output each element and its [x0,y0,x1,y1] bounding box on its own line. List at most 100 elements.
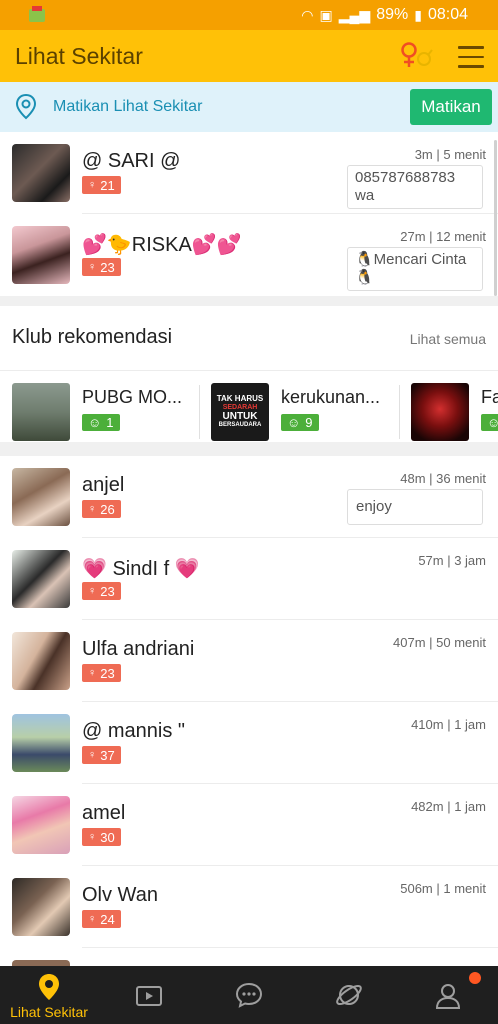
status-bubble: enjoy [347,489,483,525]
female-icon: ♀ [88,749,97,761]
distance-time: 27m | 12 menit [400,229,486,244]
nav-profile[interactable] [423,966,473,1024]
club-name: PUBG MO... [82,387,183,407]
avatar [12,632,70,690]
age-badge: ♀ 37 [82,746,121,764]
nav-discover[interactable] [324,966,374,1024]
user-name: Olv Wan [82,884,158,906]
see-all-link[interactable]: Lihat semua [410,331,486,347]
distance-time: 3m | 5 menit [414,147,486,162]
clock: 08:04 [427,6,468,23]
distance-time: 407m | 50 menit [393,635,486,650]
distance-time: 57m | 3 jam [418,553,486,568]
member-count-badge: ☺ 1 [82,414,120,431]
female-icon: ♀ [88,831,97,843]
user-row[interactable]: @ mannis " ♀ 37 410m | 1 jam [0,702,498,784]
avatar [12,714,70,772]
club-name: Fa [481,387,498,407]
user-row[interactable]: 💗 SindI f 💗 ♀ 23 57m | 3 jam [0,538,498,620]
status-bubble: 🐧Mencari Cinta 🐧 [347,247,483,291]
avatar [12,796,70,854]
nav-video[interactable] [124,966,174,1024]
member-count-badge: ☺ [481,414,498,431]
avatar [12,550,70,608]
club-image: TAK HARUS SEDARAH UNTUK BERSAUDARA [211,383,269,441]
user-row[interactable]: 💕🐤RISKA💕💕 ♀ 23 27m | 12 menit 🐧Mencari Ci… [0,214,498,296]
user-name: 💕🐤RISKA💕💕 [82,234,242,256]
distance-time: 48m | 36 menit [400,471,486,486]
distance-time: 410m | 1 jam [411,717,486,732]
group-icon: ☺ [487,415,498,430]
app-notification-icon [29,6,45,22]
avatar [12,144,70,202]
age-badge: ♀ 23 [82,664,121,682]
wifi-icon: ◠ [301,6,314,23]
user-name: 💗 SindI f 💗 [82,558,200,580]
distance-time: 506m | 1 menit [400,881,486,896]
member-count-badge: ☺ 9 [281,414,319,431]
nav-nearby[interactable]: Lihat Sekitar [0,966,98,1024]
signal-icon: ▂▄▆ [338,6,371,23]
nearby-list: anjel ♀ 26 48m | 36 menit enjoy 💗 SindI f… [0,456,498,966]
gender-filter-icon[interactable] [398,40,434,72]
club-name: kerukunan... [281,387,381,407]
user-row[interactable]: @ SARI @ ♀ 21 3m | 5 menit 085787688783 w… [0,132,498,214]
user-row[interactable]: Olv Wan ♀ 24 506m | 1 menit [0,866,498,948]
user-name: @ SARI @ [82,150,181,172]
age-badge: ♀ 24 [82,910,121,928]
distance-time: 482m | 1 jam [411,799,486,814]
club-card[interactable]: TAK HARUS SEDARAH UNTUK BERSAUDARA keruk… [211,383,391,441]
nav-label: Lihat Sekitar [10,1004,88,1020]
club-image [411,383,469,441]
club-image [12,383,70,441]
female-icon: ♀ [88,667,97,679]
female-icon: ♀ [88,913,97,925]
avatar [12,878,70,936]
user-row[interactable]: amel ♀ 30 482m | 1 jam [0,784,498,866]
user-name: @ mannis " [82,720,185,742]
app-bar: Lihat Sekitar [0,30,498,82]
club-card[interactable]: PUBG MO... ☺ 1 [12,383,190,441]
group-icon: ☺ [287,415,301,430]
nav-chat[interactable] [224,966,274,1024]
status-bar: ◠ ▣ ▂▄▆ 89% ▮ 08:04 [0,0,498,30]
user-name: amel [82,802,126,824]
female-icon: ♀ [88,261,97,273]
menu-icon [458,46,484,49]
battery-icon: ▮ [414,6,422,23]
chat-icon [235,982,263,1008]
group-icon: ☺ [88,415,102,430]
battery-percent: 89% [376,6,409,23]
location-pin-icon [39,974,59,1000]
age-badge: ♀ 23 [82,258,121,276]
club-section: Klub rekomendasi Lihat semua PUBG MO... … [0,306,498,442]
planet-icon [336,984,362,1006]
scrollbar[interactable] [494,140,497,296]
age-badge: ♀ 23 [82,582,121,600]
user-row[interactable]: Ulfa andriani ♀ 23 407m | 50 menit [0,620,498,702]
menu-button[interactable] [456,42,486,70]
user-row[interactable] [0,948,498,966]
avatar [12,468,70,526]
club-section-title: Klub rekomendasi [12,326,173,348]
club-card[interactable]: Fa ☺ [411,383,498,441]
turn-off-button[interactable]: Matikan [410,89,492,125]
notification-dot [469,972,481,984]
age-badge: ♀ 21 [82,176,121,194]
age-badge: ♀ 30 [82,828,121,846]
nearby-list-top: @ SARI @ ♀ 21 3m | 5 menit 085787688783 w… [0,132,498,296]
nearby-toggle-banner: Matikan Lihat Sekitar Matikan [0,82,498,132]
status-bubble: 085787688783 wa [347,165,483,209]
user-name: anjel [82,474,125,496]
user-row[interactable]: anjel ♀ 26 48m | 36 menit enjoy [0,456,498,538]
page-title: Lihat Sekitar [15,43,143,69]
location-pin-icon [15,93,37,120]
avatar [12,226,70,284]
sim-icon: ▣ [319,6,333,23]
profile-icon [435,984,461,1009]
video-icon [136,986,162,1006]
age-badge: ♀ 26 [82,500,121,518]
banner-text: Matikan Lihat Sekitar [53,98,203,115]
female-icon: ♀ [88,503,97,515]
female-icon: ♀ [88,179,97,191]
